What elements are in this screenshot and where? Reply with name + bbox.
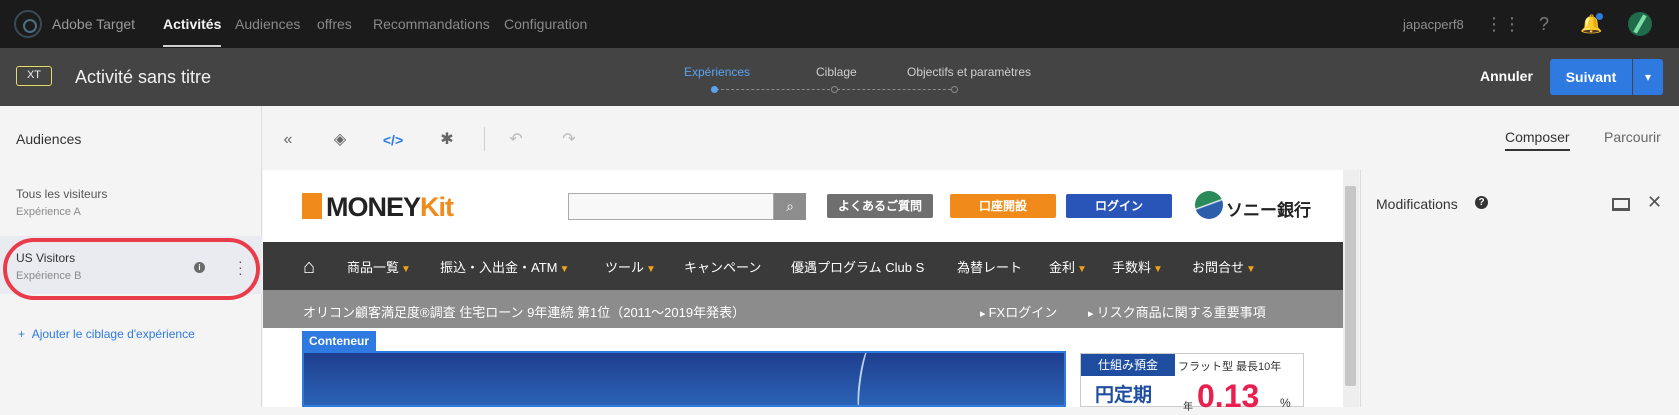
site-nav-label: ツール xyxy=(605,260,645,275)
nav-configuration[interactable]: Configuration xyxy=(504,16,587,32)
step-experiences[interactable]: Expériences xyxy=(684,65,750,79)
search-input[interactable] xyxy=(568,193,774,220)
site-nav-label: 商品一覧 xyxy=(347,260,400,275)
selected-container-banner[interactable] xyxy=(302,351,1066,407)
site-nav-item[interactable]: 振込・入出金・ATM ▼ xyxy=(440,257,569,276)
redo-icon[interactable]: ↷ xyxy=(558,131,580,149)
nav-recommendations[interactable]: Recommandations xyxy=(373,16,490,32)
username[interactable]: japacperf8 xyxy=(1403,17,1464,32)
editor-toolbar xyxy=(263,106,1679,168)
chevron-down-icon: ▼ xyxy=(1246,264,1256,275)
rate-prefix: 年 xyxy=(1183,402,1193,413)
add-experience-targeting-label: Ajouter le ciblage d'expérience xyxy=(31,327,195,341)
site-nav-item[interactable]: キャンペーン xyxy=(684,257,761,276)
step-dot-targeting xyxy=(831,86,838,93)
moneykit-logo-icon[interactable] xyxy=(302,193,322,219)
apps-grid-icon[interactable]: ⋮⋮ xyxy=(1485,13,1521,35)
next-dropdown-chevron-down-icon[interactable]: ▾ xyxy=(1633,59,1663,95)
logo-text-money: MONEY xyxy=(326,192,421,222)
audience-experience[interactable]: Expérience A xyxy=(16,206,81,218)
rate-unit: % xyxy=(1280,396,1291,410)
help-icon[interactable]: ? xyxy=(1475,196,1488,209)
container-label[interactable]: Conteneur xyxy=(302,331,376,352)
step-goals-settings[interactable]: Objectifs et paramètres xyxy=(907,65,1031,79)
code-icon[interactable]: </> xyxy=(382,131,404,149)
step-targeting[interactable]: Ciblage xyxy=(816,65,857,79)
home-icon[interactable]: ⌂ xyxy=(303,256,315,279)
nav-offers[interactable]: offres xyxy=(317,16,352,32)
activity-title[interactable]: Activité sans titre xyxy=(75,67,211,88)
tab-browse[interactable]: Parcourir xyxy=(1604,129,1661,145)
logo-text-kit: Kit xyxy=(420,192,454,222)
moneykit-logo-text[interactable]: MONEYKit xyxy=(326,192,454,223)
login-button[interactable]: ログイン xyxy=(1066,194,1172,218)
chevron-down-icon: ▼ xyxy=(646,264,656,275)
rate-header-left: 仕組み預金 xyxy=(1081,354,1175,376)
monitor-icon[interactable] xyxy=(1612,198,1630,211)
site-nav-label: 手数料 xyxy=(1112,260,1152,275)
avatar[interactable] xyxy=(1628,12,1652,36)
oricon-award-text[interactable]: オリコン顧客満足度®調査 住宅ローン 9年連続 第1位（2011〜2019年発表… xyxy=(303,302,745,321)
site-nav-item[interactable]: 商品一覧 ▼ xyxy=(347,257,411,276)
site-nav-item[interactable]: 手数料 ▼ xyxy=(1112,257,1163,276)
preview-scrollbar-thumb[interactable] xyxy=(1345,186,1356,386)
notification-dot xyxy=(1596,13,1603,20)
tab-compose[interactable]: Composer xyxy=(1505,129,1570,151)
open-account-button[interactable]: 口座開設 xyxy=(950,194,1056,218)
gear-icon[interactable]: ✱ xyxy=(436,131,458,149)
site-nav-item[interactable]: お問合せ ▼ xyxy=(1192,257,1256,276)
cancel-button[interactable]: Annuler xyxy=(1480,68,1533,84)
site-nav-item[interactable]: 金利 ▼ xyxy=(1049,257,1087,276)
fx-login-link[interactable]: FXログイン xyxy=(980,302,1058,321)
site-nav-item[interactable]: 優遇プログラム Club S xyxy=(791,257,924,276)
app-name[interactable]: Adobe Target xyxy=(52,16,135,32)
faq-button[interactable]: よくあるご質問 xyxy=(827,194,933,218)
chevron-down-icon: ▼ xyxy=(1077,264,1087,275)
toolbar-divider xyxy=(484,127,485,151)
add-experience-targeting-link[interactable]: + Ajouter le ciblage d'expérience xyxy=(18,327,195,341)
collapse-panel-icon[interactable]: « xyxy=(277,131,299,149)
site-nav-label: お問合せ xyxy=(1192,260,1245,275)
site-nav-label: 振込・入出金・ATM xyxy=(440,260,558,275)
activity-type-badge: XT xyxy=(16,66,52,86)
risk-products-link[interactable]: リスク商品に関する重要事項 xyxy=(1088,302,1266,321)
nav-activities[interactable]: Activités xyxy=(163,16,222,47)
adobe-experience-cloud-logo-icon[interactable] xyxy=(14,10,42,38)
chevron-down-icon: ▼ xyxy=(559,264,570,275)
chevron-down-icon: ▼ xyxy=(401,264,411,275)
site-nav-item[interactable]: ツール ▼ xyxy=(605,257,656,276)
layers-icon[interactable]: ◈ xyxy=(329,131,351,149)
site-nav-label: 金利 xyxy=(1049,260,1076,275)
undo-icon[interactable]: ↶ xyxy=(505,131,527,149)
help-icon[interactable]: ? xyxy=(1533,13,1555,35)
sony-bank-logo-icon[interactable] xyxy=(1195,191,1223,219)
step-dot-experiences xyxy=(711,86,718,93)
site-nav-item[interactable]: 為替レート xyxy=(957,257,1022,276)
next-button[interactable]: Suivant xyxy=(1550,59,1632,95)
modifications-title: Modifications xyxy=(1376,196,1458,212)
audience-name[interactable]: Tous les visiteurs xyxy=(16,187,107,201)
chevron-down-icon: ▼ xyxy=(1153,264,1163,275)
audiences-panel-title: Audiences xyxy=(16,131,82,147)
close-icon[interactable]: ✕ xyxy=(1647,192,1662,213)
nav-audiences[interactable]: Audiences xyxy=(235,16,300,32)
step-dot-goals xyxy=(951,86,958,93)
rate-product-name: 円定期 xyxy=(1095,385,1153,406)
highlight-ring xyxy=(3,238,260,300)
rate-value: 0.13 xyxy=(1197,378,1260,414)
sony-bank-name[interactable]: ソニー銀行 xyxy=(1226,196,1311,221)
rate-header-right: フラット型 最長10年 xyxy=(1178,361,1282,373)
search-icon[interactable]: ⌕ xyxy=(774,193,806,220)
